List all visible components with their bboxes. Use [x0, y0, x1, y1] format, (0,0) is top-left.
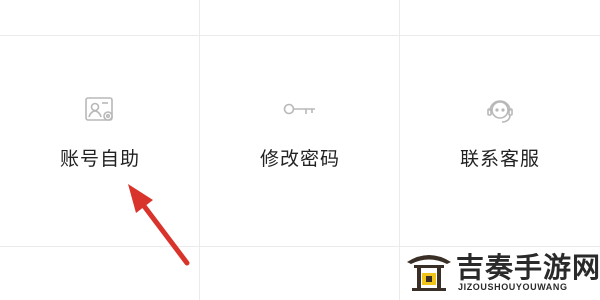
id-card-gear-icon: [82, 96, 118, 126]
key-icon: [282, 96, 318, 126]
site-watermark: 吉奏手游网 JIZOUSHOUYOUWANG: [404, 242, 600, 298]
menu-item-change-password[interactable]: 修改密码: [200, 36, 400, 246]
menu-item-label: 账号自助: [59, 148, 140, 170]
headset-icon: [482, 96, 518, 126]
menu-item-account-self-service[interactable]: 账号自助: [0, 36, 200, 246]
menu-item-label: 联系客服: [459, 148, 540, 170]
watermark-title: 吉奏手游网: [456, 251, 600, 284]
menu-item-contact-support[interactable]: 联系客服: [400, 36, 600, 246]
watermark-subtitle: JIZOUSHOUYOUWANG: [458, 282, 568, 292]
menu-item-label: 修改密码: [259, 148, 340, 170]
pavilion-logo-icon: [404, 246, 454, 294]
